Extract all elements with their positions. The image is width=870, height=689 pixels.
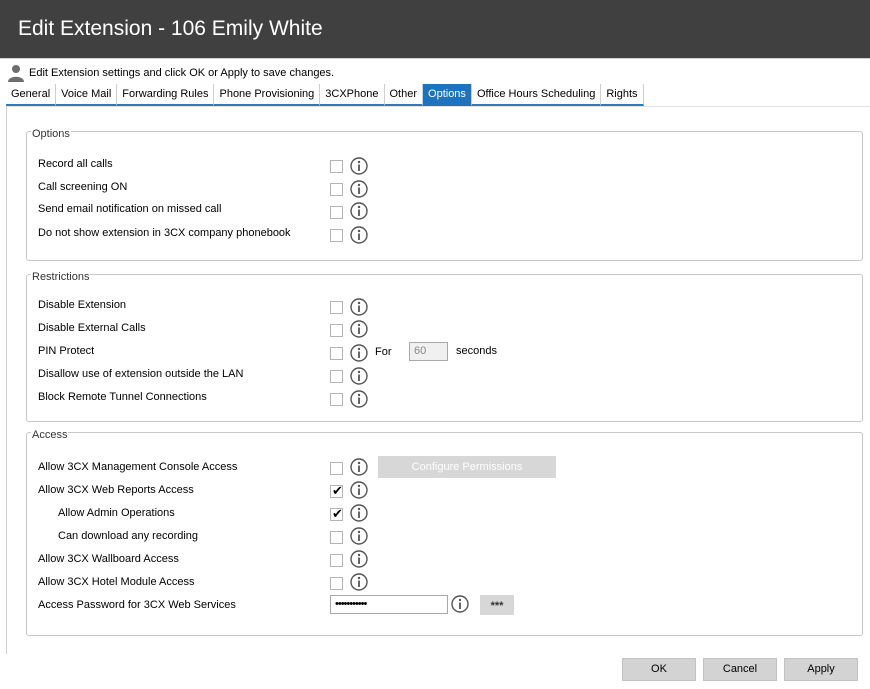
record-all-calls-checkbox[interactable] [330, 160, 343, 173]
subheader: Edit Extension settings and click OK or … [0, 58, 870, 84]
window-title: Edit Extension - 106 Emily White [0, 0, 870, 58]
checkmark-icon: ✔ [332, 506, 343, 521]
tab-office-hours-scheduling[interactable]: Office Hours Scheduling [471, 84, 602, 106]
web-reports-access-checkbox[interactable]: ✔ [330, 483, 343, 498]
missed-call-email-checkbox[interactable] [330, 206, 343, 219]
wallboard-access-checkbox[interactable] [330, 554, 343, 567]
ok-button[interactable]: OK [622, 658, 696, 681]
missed-call-email-label: Send email notification on missed call [38, 203, 222, 215]
management-console-access-checkbox[interactable] [330, 462, 343, 475]
info-icon[interactable] [350, 550, 368, 568]
info-icon[interactable] [350, 458, 368, 476]
call-screening-checkbox[interactable] [330, 183, 343, 196]
tab-other[interactable]: Other [384, 84, 424, 106]
disable-external-calls-label: Disable External Calls [38, 322, 146, 334]
pin-protect-checkbox[interactable] [330, 347, 343, 360]
tab-rights[interactable]: Rights [601, 84, 644, 106]
restrictions-legend: Restrictions [31, 271, 91, 283]
info-icon[interactable] [350, 320, 368, 338]
info-icon[interactable] [350, 157, 368, 175]
info-icon[interactable] [350, 344, 368, 362]
admin-operations-checkbox[interactable]: ✔ [330, 506, 343, 521]
configure-permissions-button[interactable]: Configure Permissions [378, 456, 556, 478]
disable-extension-checkbox[interactable] [330, 301, 343, 314]
tab-options[interactable]: Options [423, 84, 472, 106]
info-icon[interactable] [350, 180, 368, 198]
tab-phone-provisioning[interactable]: Phone Provisioning [214, 84, 321, 106]
info-icon[interactable] [350, 226, 368, 244]
info-icon[interactable] [350, 298, 368, 316]
disallow-outside-lan-label: Disallow use of extension outside the LA… [38, 368, 244, 380]
web-services-password-input[interactable]: ••••••••••• [330, 595, 448, 614]
tab-3cxphone[interactable]: 3CXPhone [320, 84, 385, 106]
disallow-outside-lan-checkbox[interactable] [330, 370, 343, 383]
cancel-button[interactable]: Cancel [703, 658, 777, 681]
checkmark-icon: ✔ [332, 483, 343, 498]
wallboard-access-label: Allow 3CX Wallboard Access [38, 553, 179, 565]
info-icon[interactable] [350, 202, 368, 220]
info-icon[interactable] [350, 527, 368, 545]
tab-voice-mail[interactable]: Voice Mail [56, 84, 118, 106]
block-remote-tunnel-label: Block Remote Tunnel Connections [38, 391, 207, 403]
info-icon[interactable] [350, 504, 368, 522]
hotel-module-access-label: Allow 3CX Hotel Module Access [38, 576, 195, 588]
info-icon[interactable] [350, 367, 368, 385]
subheader-text: Edit Extension settings and click OK or … [29, 67, 335, 79]
apply-button[interactable]: Apply [784, 658, 858, 681]
pin-seconds-input[interactable]: 60 [409, 342, 448, 361]
pin-protect-label: PIN Protect [38, 345, 95, 357]
web-services-password-label: Access Password for 3CX Web Services [38, 599, 236, 611]
pin-seconds-unit: seconds [456, 345, 497, 357]
tab-general[interactable]: General [6, 84, 57, 106]
user-icon [8, 65, 24, 82]
disable-external-calls-checkbox[interactable] [330, 324, 343, 337]
block-remote-tunnel-checkbox[interactable] [330, 393, 343, 406]
info-icon[interactable] [350, 390, 368, 408]
pin-for-label: For [375, 346, 392, 358]
disable-extension-label: Disable Extension [38, 299, 127, 311]
hide-in-phonebook-label: Do not show extension in 3CX company pho… [38, 227, 291, 239]
hide-in-phonebook-checkbox[interactable] [330, 229, 343, 242]
options-group [26, 131, 863, 261]
management-console-access-label: Allow 3CX Management Console Access [38, 461, 238, 473]
admin-operations-label: Allow Admin Operations [58, 507, 175, 519]
call-screening-label: Call screening ON [38, 181, 128, 193]
tab-forwarding-rules[interactable]: Forwarding Rules [117, 84, 215, 106]
info-icon[interactable] [350, 573, 368, 591]
info-icon[interactable] [451, 595, 469, 613]
access-legend: Access [31, 429, 69, 441]
info-icon[interactable] [350, 481, 368, 499]
hotel-module-access-checkbox[interactable] [330, 577, 343, 590]
record-all-calls-label: Record all calls [38, 158, 113, 170]
reveal-password-button[interactable]: *** [480, 595, 514, 615]
tab-bar: General Voice Mail Forwarding Rules Phon… [6, 84, 644, 106]
options-legend: Options [31, 128, 71, 140]
web-reports-access-label: Allow 3CX Web Reports Access [38, 484, 194, 496]
download-recording-checkbox[interactable] [330, 531, 343, 544]
download-recording-label: Can download any recording [58, 530, 199, 542]
